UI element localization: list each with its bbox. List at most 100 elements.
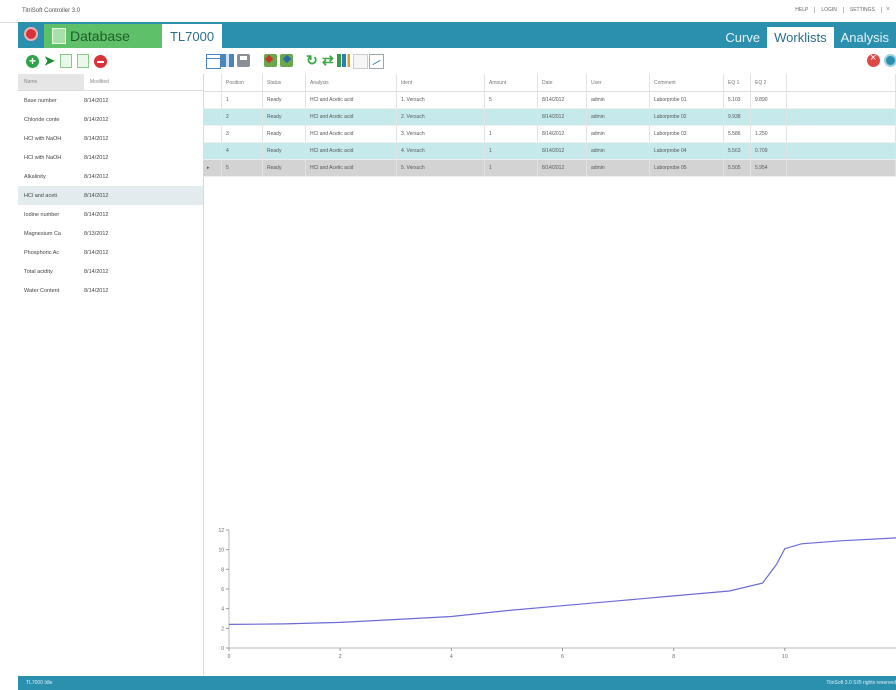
sidebar-list-item[interactable]: Total acidity 8/14/2012 [18,262,203,281]
help-link[interactable]: HELP [789,6,816,13]
delete-icon[interactable] [93,54,107,68]
sidebar-col-name[interactable]: Name [18,74,84,90]
cell-comment: Laborprobe 03 [650,126,724,142]
sidebar-list-item[interactable]: Water Content 8/14/2012 [18,281,203,300]
col-position[interactable]: Position [222,74,263,91]
tab-curve[interactable]: Curve [718,30,767,48]
database-icon [52,28,66,44]
new-table-icon[interactable] [206,54,221,69]
cell-ident: 1. Versuch [397,92,485,108]
sidebar-header: Name Modified [18,74,203,91]
row-filler [787,109,896,125]
import-icon[interactable] [264,54,277,67]
graph-icon[interactable] [369,54,384,69]
row-filler [787,92,896,108]
cell-date: 8/14/2012 [538,109,587,125]
cell-eq1: 9.938 [724,109,751,125]
tab-database[interactable]: Database [44,24,162,48]
cell-user: admin [587,143,650,159]
table-row[interactable]: 4 Ready HCl and Acetic acid 4. Versuch 1 8/14… [203,143,896,160]
cell-amount: 1 [485,126,538,142]
sidebar-list-item[interactable]: Magnesium Ca 8/13/2012 [18,224,203,243]
col-comment[interactable]: Comment [650,74,724,91]
sidebar-list-item[interactable]: HCl with NaOH 8/14/2012 [18,148,203,167]
worklist-grid: Position Status Analysis Ident Amount Da… [203,74,896,177]
paste-document-icon[interactable] [76,54,89,68]
sidebar-list-item[interactable]: HCl with NaOH 8/14/2012 [18,129,203,148]
y-tick-label: 8 [221,567,224,573]
tab-analysis[interactable]: Analysis [834,30,896,48]
window-title: TitriSoft Controller 3.0 [22,8,81,14]
run-arrow-icon[interactable]: ➤ [44,53,55,69]
cell-eq2: 9.890 [751,92,787,108]
close-icon[interactable]: × [886,6,890,13]
list-item-modified: 8/14/2012 [84,173,109,180]
settings-link[interactable]: SETTINGS [844,6,882,13]
col-amount[interactable]: Amount [485,74,538,91]
table-row[interactable]: 2 Ready HCl and Acetic acid 2. Versuch 8/14/… [203,109,896,126]
col-ident[interactable]: Ident [397,74,485,91]
cell-position: 5 [222,160,263,176]
sidebar-list-item[interactable]: Iodine number 8/14/2012 [18,205,203,224]
status-text: TL7000 Idle [26,680,53,686]
login-link[interactable]: LOGIN [815,6,844,13]
tab-database-label: Database [70,28,130,44]
refresh-icon[interactable]: ↻ [306,53,319,67]
cell-analysis: HCl and Acetic acid [306,109,397,125]
sync-icon[interactable]: ⇄ [322,53,335,67]
cell-status: Ready [263,143,306,159]
table-row[interactable]: 1 Ready HCl and Acetic acid 1. Versuch 5 8/14… [203,92,896,109]
cell-eq2: 5.954 [751,160,787,176]
sidebar-list-item[interactable]: HCl and aceti 8/14/2012 [18,186,203,205]
export-icon[interactable] [280,54,293,67]
cell-analysis: HCl and Acetic acid [306,160,397,176]
cell-amount: 1 [485,160,538,176]
sidebar-list-item[interactable]: Phosphoric Ac 8/14/2012 [18,243,203,262]
col-eq2[interactable]: EQ 2 [751,74,787,91]
cell-comment: Laborprobe 01 [650,92,724,108]
sidebar-list-item[interactable]: Base number 8/14/2012 [18,91,203,110]
table-row[interactable]: 3 Ready HCl and Acetic acid 3. Versuch 1 8/14… [203,126,896,143]
header-filler [787,74,896,91]
list-item-modified: 8/14/2012 [84,97,109,104]
titration-curve-chart: 0 2 4 6 8 10 12 0 2 4 6 8 10 [203,520,896,670]
cell-date: 8/14/2012 [538,160,587,176]
cell-position: 4 [222,143,263,159]
tab-instrument[interactable]: TL7000 [162,24,222,48]
col-eq1[interactable]: EQ 1 [724,74,751,91]
cancel-icon[interactable] [867,52,880,67]
statistics-icon[interactable] [337,54,350,67]
col-analysis[interactable]: Analysis [306,74,397,91]
help-icon[interactable] [884,54,896,67]
list-item-name: HCl and aceti [24,192,58,199]
columns-icon[interactable] [221,54,234,67]
sidebar-toolbar: + ➤ [18,48,211,74]
chart-svg: 0 2 4 6 8 10 12 0 2 4 6 8 10 [218,528,896,660]
sidebar-list-item[interactable]: Alkalinity 8/14/2012 [18,167,203,186]
row-indicator [203,126,222,142]
list-item-modified: 8/14/2012 [84,154,109,161]
cell-ident: 2. Versuch [397,109,485,125]
col-user[interactable]: User [587,74,650,91]
col-date[interactable]: Date [538,74,587,91]
status-bar: TL7000 Idle TitriSoft 3.0 SI® rights res… [18,676,896,690]
cell-status: Ready [263,126,306,142]
cell-analysis: HCl and Acetic acid [306,143,397,159]
tab-worklists[interactable]: Worklists [767,27,834,48]
table-row[interactable]: ▸ 5 Ready HCl and Acetic acid 5. Versuch 1 8/1… [203,160,896,177]
app-logo-icon[interactable] [24,27,38,41]
list-item-modified: 8/14/2012 [84,192,109,199]
add-icon[interactable]: + [26,54,39,68]
col-status[interactable]: Status [263,74,306,91]
view-tabs: Curve Worklists Analysis [718,24,896,48]
list-item-modified: 8/14/2012 [84,287,109,294]
print-icon[interactable] [237,54,250,67]
blank-icon[interactable] [353,54,368,69]
y-tick-label: 4 [221,607,224,613]
sidebar-list-item[interactable]: Chloride conte 8/14/2012 [18,110,203,129]
sidebar-col-modified[interactable]: Modified [84,79,109,85]
x-tick-label: 8 [672,654,675,660]
copy-document-icon[interactable] [59,54,72,68]
x-tick-label: 10 [782,654,788,660]
cell-eq2: 0.709 [751,143,787,159]
